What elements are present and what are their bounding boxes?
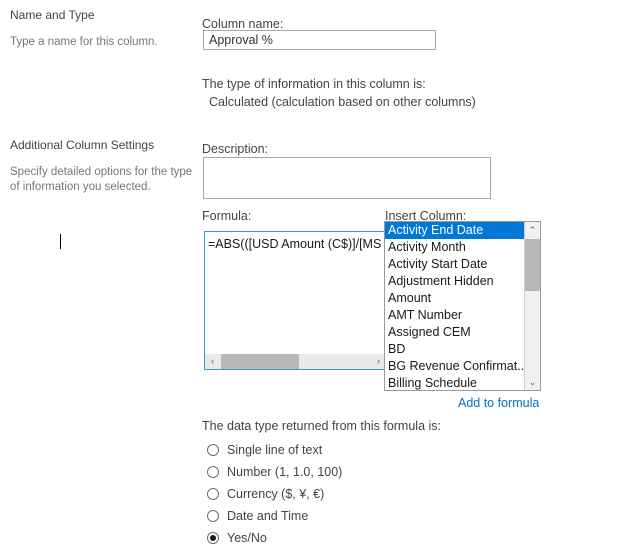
insert-column-option[interactable]: Billing Schedule (385, 375, 525, 390)
formula-label: Formula: (202, 209, 252, 223)
data-type-radio-label: Single line of text (227, 443, 323, 457)
formula-input[interactable]: =ABS(([USD Amount (C$)]/[MS Sa (204, 231, 387, 370)
description-input[interactable] (203, 157, 491, 199)
insert-column-listbox[interactable]: Activity End Date Activity Month Activity … (384, 221, 541, 391)
insert-column-options: Activity End Date Activity Month Activity … (385, 222, 525, 390)
name-and-type-heading: Name and Type (10, 8, 95, 22)
data-type-radio-single-line-of-text[interactable]: Single line of text (207, 439, 342, 461)
description-label: Description: (202, 142, 268, 156)
insert-column-option[interactable]: AMT Number (385, 307, 525, 324)
type-of-information-value: Calculated (calculation based on other c… (209, 95, 476, 109)
additional-column-settings-note: Specify detailed options for the type of… (10, 166, 193, 193)
insert-column-option[interactable]: Amount (385, 290, 525, 307)
data-type-radio-label: Currency ($, ¥, €) (227, 487, 325, 501)
name-and-type-section: Name and Type Type a name for this colum… (10, 7, 195, 50)
data-type-label: The data type returned from this formula… (202, 419, 441, 433)
radio-button-icon[interactable] (207, 532, 219, 544)
radio-button-icon[interactable] (207, 488, 219, 500)
radio-button-icon[interactable] (207, 510, 219, 522)
type-of-information-label: The type of information in this column i… (202, 77, 426, 91)
insert-column-option[interactable]: Adjustment Hidden (385, 273, 525, 290)
data-type-radio-number-1-1-0-100[interactable]: Number (1, 1.0, 100) (207, 461, 342, 483)
data-type-radio-date-and-time[interactable]: Date and Time (207, 505, 342, 527)
insert-column-option[interactable]: BG Revenue Confirmat... (385, 358, 525, 375)
listbox-scrollbar-thumb[interactable] (525, 239, 540, 291)
name-and-type-note: Type a name for this column. (10, 36, 158, 48)
scroll-down-arrow-icon[interactable]: ⌄ (525, 374, 540, 390)
radio-button-icon[interactable] (207, 444, 219, 456)
additional-column-settings-heading: Additional Column Settings (10, 138, 155, 152)
formula-scrollbar-thumb[interactable] (221, 354, 299, 369)
formula-text: =ABS(([USD Amount (C$)]/[MS Sa (208, 237, 387, 251)
radio-button-icon[interactable] (207, 466, 219, 478)
add-to-formula-link[interactable]: Add to formula (458, 396, 539, 410)
insert-column-option[interactable]: Activity End Date (385, 222, 525, 239)
insert-column-option[interactable]: Activity Month (385, 239, 525, 256)
scroll-left-arrow-icon[interactable]: ‹ (205, 354, 220, 369)
data-type-radio-label: Yes/No (227, 531, 267, 545)
insert-column-option[interactable]: Activity Start Date (385, 256, 525, 273)
data-type-radio-label: Date and Time (227, 509, 309, 523)
text-caret (60, 234, 61, 249)
listbox-vertical-scrollbar[interactable]: ⌃ ⌄ (524, 222, 540, 390)
data-type-radio-currency[interactable]: Currency ($, ¥, €) (207, 483, 342, 505)
column-name-input[interactable] (203, 30, 436, 50)
insert-column-option[interactable]: Assigned CEM (385, 324, 525, 341)
scroll-up-arrow-icon[interactable]: ⌃ (525, 222, 540, 238)
data-type-radio-group[interactable]: Single line of text Number (1, 1.0, 100) C… (207, 439, 342, 549)
formula-horizontal-scrollbar[interactable]: ‹ › (205, 354, 386, 369)
data-type-radio-yes-no[interactable]: Yes/No (207, 527, 342, 549)
additional-column-settings-section: Additional Column Settings Specify detai… (10, 137, 195, 195)
insert-column-option[interactable]: BD (385, 341, 525, 358)
data-type-radio-label: Number (1, 1.0, 100) (227, 465, 343, 479)
